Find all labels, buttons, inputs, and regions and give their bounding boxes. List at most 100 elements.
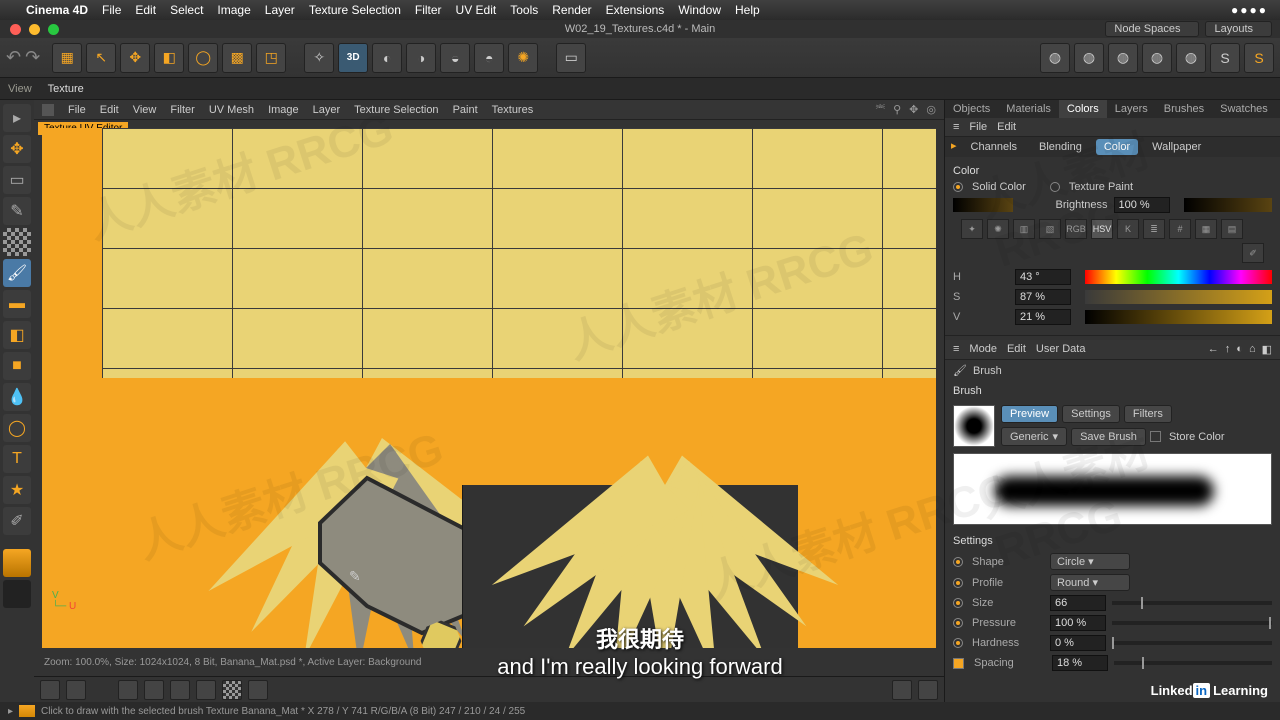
menu-uv-edit[interactable]: UV Edit xyxy=(456,3,497,17)
sub-view[interactable]: View xyxy=(133,104,157,116)
store-color-checkbox[interactable] xyxy=(1150,431,1161,442)
mode-k[interactable]: K xyxy=(1117,219,1139,239)
tab-texture[interactable]: Texture xyxy=(48,83,84,95)
sub-layer[interactable]: Layer xyxy=(313,104,341,116)
arrow-tool-icon[interactable]: ▸ xyxy=(3,104,31,132)
snap-tool-icon[interactable]: ▩ xyxy=(222,43,252,73)
star-tool-icon[interactable]: ★ xyxy=(3,476,31,504)
picker-2-icon[interactable]: ✺ xyxy=(987,219,1009,239)
paint-3d-button[interactable]: 3D xyxy=(338,43,368,73)
wizard-2-icon[interactable]: ◑ xyxy=(406,43,436,73)
attr-mode[interactable]: Mode xyxy=(969,343,997,356)
cube-5-icon[interactable]: ◍ xyxy=(1176,43,1206,73)
rtab-swatches[interactable]: Swatches xyxy=(1212,100,1276,118)
texture-paint-radio[interactable] xyxy=(1050,182,1060,192)
val-slider[interactable] xyxy=(1085,310,1272,324)
mode-hsv[interactable]: HSV xyxy=(1091,219,1113,239)
pressure-slider[interactable] xyxy=(1112,621,1272,625)
subtab-channels[interactable]: Channels xyxy=(963,139,1025,155)
wizard-3-icon[interactable]: ◒ xyxy=(440,43,470,73)
menu-edit[interactable]: Edit xyxy=(135,3,156,17)
viewport-nav-icon[interactable]: ✥ xyxy=(909,103,918,116)
hardness-slider[interactable] xyxy=(1112,641,1272,645)
rmenu-edit[interactable]: Edit xyxy=(997,121,1016,133)
subtab-arrow-icon[interactable]: ▸ xyxy=(951,139,957,155)
brush-thumbnail[interactable] xyxy=(953,405,995,447)
s-icon-1[interactable]: S xyxy=(1210,43,1240,73)
rotate-tool-icon[interactable]: ◯ xyxy=(188,43,218,73)
sub-menu-handle-icon[interactable] xyxy=(42,104,54,116)
attr-cfg1-icon[interactable]: ◐ xyxy=(1236,343,1243,356)
shelf-1-icon[interactable]: ▭ xyxy=(556,43,586,73)
text-tool-icon[interactable]: T xyxy=(3,445,31,473)
shape-select[interactable]: Circle ▾ xyxy=(1050,553,1130,570)
ring-tool-icon[interactable]: ◯ xyxy=(3,414,31,442)
minimize-window-button[interactable] xyxy=(29,24,40,35)
color-swatch-bg[interactable] xyxy=(3,580,31,608)
mode-hash[interactable]: # xyxy=(1169,219,1191,239)
btool-4[interactable] xyxy=(144,680,164,700)
menu-image[interactable]: Image xyxy=(217,3,250,17)
selection-mode-icon[interactable]: ✧ xyxy=(304,43,334,73)
checker-tool-icon[interactable] xyxy=(3,228,31,256)
attr-up-icon[interactable]: ↑ xyxy=(1225,343,1231,356)
menu-render[interactable]: Render xyxy=(552,3,591,17)
sub-image[interactable]: Image xyxy=(268,104,299,116)
menu-window[interactable]: Window xyxy=(678,3,721,17)
sub-edit[interactable]: Edit xyxy=(100,104,119,116)
mode-grid1-icon[interactable]: ▦ xyxy=(1195,219,1217,239)
subtab-wallpaper[interactable]: Wallpaper xyxy=(1144,139,1209,155)
brush-tool-icon[interactable]: 🖌 xyxy=(3,259,31,287)
sub-filter[interactable]: Filter xyxy=(170,104,194,116)
brush-tab-preview[interactable]: Preview xyxy=(1001,405,1058,423)
subtab-blending[interactable]: Blending xyxy=(1031,139,1090,155)
cube-1-icon[interactable]: ◍ xyxy=(1040,43,1070,73)
scale-tool-icon[interactable]: ◧ xyxy=(154,43,184,73)
attr-cfg2-icon[interactable]: ⌂ xyxy=(1249,343,1256,356)
rtab-layers[interactable]: Layers xyxy=(1107,100,1156,118)
btool-2[interactable] xyxy=(66,680,86,700)
move-tool-icon[interactable]: ✥ xyxy=(120,43,150,73)
rmenu-hamburger-icon[interactable]: ≡ xyxy=(953,121,959,133)
attr-edit[interactable]: Edit xyxy=(1007,343,1026,356)
picker-4-icon[interactable]: ▧ xyxy=(1039,219,1061,239)
sub-uvmesh[interactable]: UV Mesh xyxy=(209,104,254,116)
rtab-brushes[interactable]: Brushes xyxy=(1156,100,1212,118)
menu-extensions[interactable]: Extensions xyxy=(606,3,665,17)
menu-texture-selection[interactable]: Texture Selection xyxy=(309,3,401,17)
eyedropper-tool-icon[interactable]: ✐ xyxy=(3,507,31,535)
sub-paint[interactable]: Paint xyxy=(453,104,478,116)
brightness-input[interactable] xyxy=(1114,197,1170,213)
v-input[interactable] xyxy=(1015,309,1071,325)
menu-select[interactable]: Select xyxy=(170,3,203,17)
brightness-swatch[interactable] xyxy=(953,198,1013,212)
rect-select-tool-icon[interactable]: ▭ xyxy=(3,166,31,194)
rtab-objects[interactable]: Objects xyxy=(945,100,998,118)
menu-tools[interactable]: Tools xyxy=(510,3,538,17)
fill-square-tool-icon[interactable]: ■ xyxy=(3,352,31,380)
btool-7[interactable] xyxy=(248,680,268,700)
menu-help[interactable]: Help xyxy=(735,3,760,17)
tab-view[interactable]: View xyxy=(8,83,32,95)
sat-slider[interactable] xyxy=(1085,290,1272,304)
menu-layer[interactable]: Layer xyxy=(265,3,295,17)
uv-canvas[interactable]: ✎ V └─ U xyxy=(42,128,936,648)
rtab-colors[interactable]: Colors xyxy=(1059,100,1107,118)
mode-list-icon[interactable]: ≣ xyxy=(1143,219,1165,239)
spacing-slider[interactable] xyxy=(1114,661,1272,665)
profile-select[interactable]: Round ▾ xyxy=(1050,574,1130,591)
rtab-materials[interactable]: Materials xyxy=(998,100,1059,118)
drop-tool-icon[interactable]: 💧 xyxy=(3,383,31,411)
select-tool-icon[interactable]: ▦ xyxy=(52,43,82,73)
cube-3-icon[interactable]: ◍ xyxy=(1108,43,1138,73)
color-swatch-fg[interactable] xyxy=(3,549,31,577)
viewport-zoom-icon[interactable]: ⚲ xyxy=(893,103,901,116)
undo-button[interactable]: ↶ xyxy=(6,47,21,68)
solid-color-radio[interactable] xyxy=(953,182,963,192)
btool-8[interactable] xyxy=(892,680,912,700)
menubar-extras-icon[interactable]: ●●●● xyxy=(1231,3,1268,17)
attr-back-icon[interactable]: ← xyxy=(1208,343,1219,356)
menu-file[interactable]: File xyxy=(102,3,121,17)
hardness-input[interactable] xyxy=(1050,635,1106,651)
sub-textures[interactable]: Textures xyxy=(492,104,534,116)
